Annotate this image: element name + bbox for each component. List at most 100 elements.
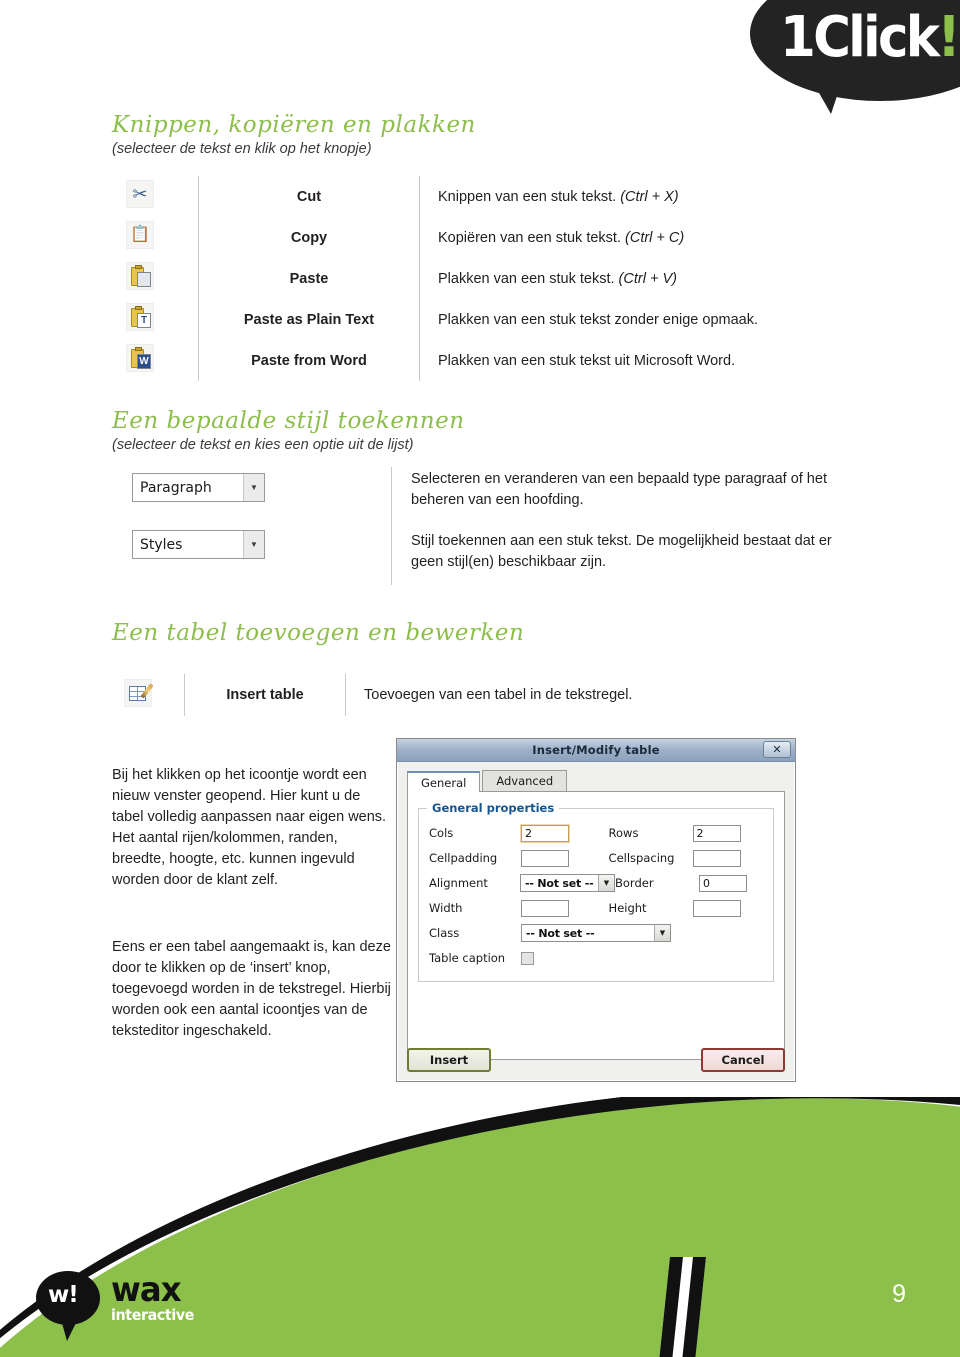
class-select[interactable]: -- Not set -- ▼ [521,924,671,942]
border-label: Border [615,876,654,890]
insert-modify-table-dialog: Insert/Modify table ✕ General Advanced G… [396,738,796,1082]
paste-from-word-description: Plakken van een stuk tekst uit Microsoft… [420,340,813,381]
cut-icon-cell: ✂ [112,176,199,217]
table-row: W Paste from Word Plakken van een stuk t… [112,340,812,381]
wax-tagline: interactive [111,1306,195,1324]
cellspacing-label: Cellspacing [608,851,675,865]
alignment-select-value: -- Not set -- [525,876,594,890]
chevron-down-icon[interactable]: ▼ [654,925,670,941]
insert-button[interactable]: Insert [407,1048,491,1072]
paste-icon-cell [112,258,199,299]
copy-icon: 📋 [126,221,154,249]
class-label: Class [429,926,460,940]
insert-table-label: Insert table [184,674,346,716]
paragraph-select-value: Paragraph [140,479,212,496]
alignment-select[interactable]: -- Not set -- ▼ [520,874,615,892]
cut-label: Cut [198,176,420,217]
copy-label: Copy [198,217,420,258]
styles-body: Paragraph ▼ Styles ▼ Selecteren en veran… [112,467,872,588]
form-row-cellpadding-cellspacing: Cellpadding Cellspacing [429,846,763,870]
border-input[interactable]: 0 [699,874,747,892]
tab-general[interactable]: General [407,771,481,792]
insert-table-icon [124,678,154,707]
wax-bubble-mark: w! [48,1282,79,1308]
cellpadding-label: Cellpadding [429,851,498,865]
field-height: Height [608,899,763,917]
page-number: 9 [892,1280,906,1308]
brand-wordmark-click: Click [813,5,940,70]
table-row: 📋 Copy Kopiëren van een stuk tekst. (Ctr… [112,217,812,258]
close-icon[interactable]: ✕ [763,741,791,758]
page-footer: w! wax interactive 9 [0,1097,960,1357]
rows-label: Rows [608,826,639,840]
styles-select-value: Styles [140,536,183,553]
body-paragraph-2: Eens er een tabel aangemaakt is, kan dez… [112,938,391,1039]
paste-word-desc-text: Plakken van een stuk tekst uit Microsoft… [438,352,736,369]
vertical-divider [391,467,392,585]
section-styles: Een bepaalde stijl toekennen (selecteer … [112,408,872,588]
section-cut-copy-paste: Knippen, kopiëren en plakken (selecteer … [112,112,872,381]
chevron-down-icon[interactable]: ▼ [243,474,264,501]
section-heading-cut: Knippen, kopiëren en plakken [112,112,476,138]
paste-shortcut: (Ctrl + V) [618,270,677,287]
form-row-table-caption: Table caption [429,946,763,970]
class-select-value: -- Not set -- [526,926,595,940]
table-caption-checkbox[interactable] [521,951,534,965]
field-cellpadding: Cellpadding [429,849,609,867]
form-row-alignment-border: Alignment -- Not set -- ▼ Border 0 [429,871,763,895]
cols-input[interactable]: 2 [521,824,569,842]
styles-select[interactable]: Styles ▼ [132,530,265,559]
chevron-down-icon[interactable]: ▼ [598,875,614,891]
form-row-cols-rows: Cols 2 Rows 2 [429,821,763,845]
field-border: Border 0 [615,874,763,892]
tab-advanced[interactable]: Advanced [482,770,568,791]
width-label: Width [429,901,463,915]
paste-plain-desc-text: Plakken van een stuk tekst zonder enige … [438,311,758,328]
cancel-button[interactable]: Cancel [701,1048,785,1072]
wax-interactive-logo: w! wax interactive [36,1271,198,1341]
height-input[interactable] [692,899,741,917]
cut-shortcut: (Ctrl + X) [620,188,679,205]
wax-bubble-tail [62,1323,76,1341]
paste-plain-text-description: Plakken van een stuk tekst zonder enige … [420,299,813,340]
paste-from-word-icon-cell: W [112,340,199,381]
section-heading-styles: Een bepaalde stijl toekennen [112,408,465,434]
dialog-body: General Advanced General properties Cols… [397,762,795,1072]
paste-icon [126,262,154,290]
table-row: ✂ Cut Knippen van een stuk tekst. (Ctrl … [112,176,812,217]
table-caption-label: Table caption [429,951,506,965]
brand-wordmark-one: 1 [780,5,816,70]
table-row: T Paste as Plain Text Plakken van een st… [112,299,812,340]
brand-wordmark: 1Click! [780,10,960,66]
form-row-width-height: Width Height [429,896,763,920]
width-input[interactable] [521,899,569,917]
paste-plain-text-icon: T [126,303,154,331]
dialog-tabs: General Advanced [407,770,785,792]
cellspacing-input[interactable] [692,849,741,867]
paste-plain-text-icon-cell: T [112,299,199,340]
insert-table-description: Toevoegen van een tabel in de tekstregel… [364,687,633,703]
cut-description: Knippen van een stuk tekst. (Ctrl + X) [420,176,813,217]
paragraph-select[interactable]: Paragraph ▼ [132,473,265,502]
styles-note-paragraph: Selecteren en veranderen van een bepaald… [411,471,827,508]
paste-label: Paste [198,258,420,299]
body-paragraph-1: Bij het klikken op het icoontje wordt ee… [112,766,387,888]
field-width: Width [429,899,609,917]
copy-icon-cell: 📋 [112,217,199,258]
scissors-icon: ✂ [126,180,154,208]
field-cols: Cols 2 [429,824,609,842]
dialog-panel-general: General properties Cols 2 Rows 2 Cellpad… [407,792,785,1060]
rows-input[interactable]: 2 [692,824,741,842]
cut-desc-text: Knippen van een stuk tekst. [438,188,617,205]
alignment-label: Alignment [429,876,488,890]
height-label: Height [608,901,647,915]
cols-label: Cols [429,826,454,840]
insert-table-icon-cell [112,678,184,712]
cellpadding-input[interactable] [521,849,569,867]
field-rows: Rows 2 [608,824,763,842]
section-subtitle-cut: (selecteer de tekst en klik op het knopj… [112,141,372,157]
field-cellspacing: Cellspacing [608,849,763,867]
speech-bubble-tail [814,84,841,114]
form-row-class: Class -- Not set -- ▼ [429,921,763,945]
chevron-down-icon[interactable]: ▼ [243,531,264,558]
